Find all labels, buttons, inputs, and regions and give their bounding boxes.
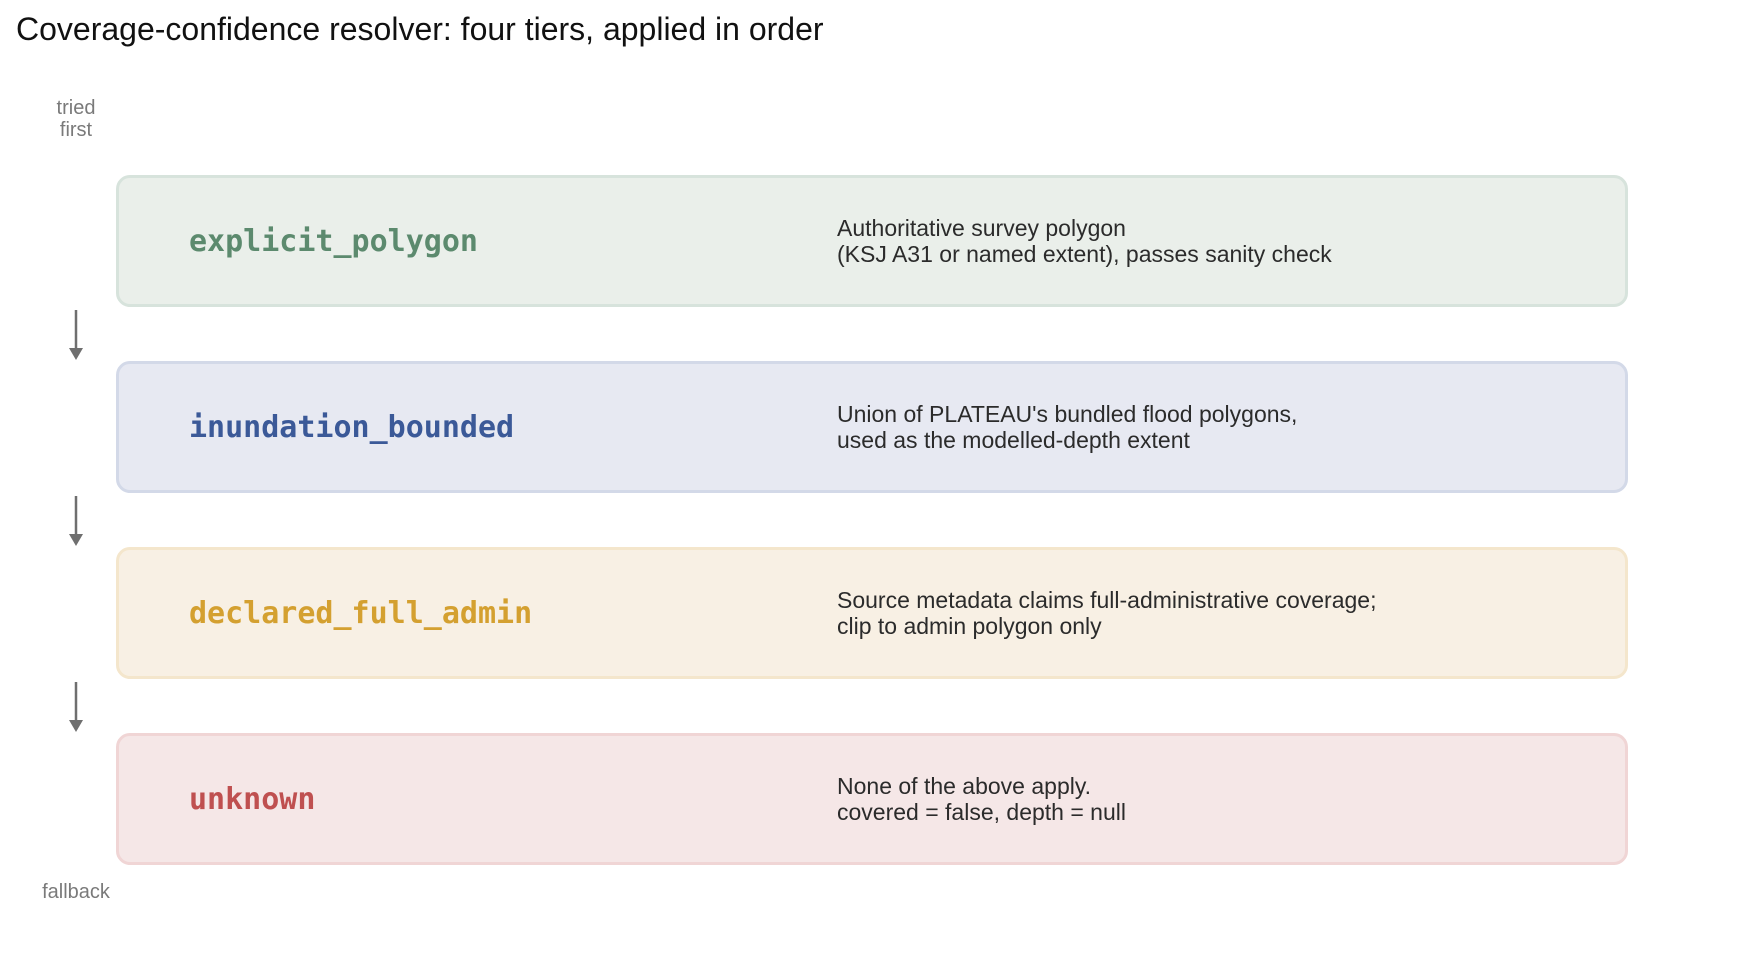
tier-box-inundation-bounded: inundation_bounded Union of PLATEAU's bu… — [116, 361, 1628, 493]
tier-description: Union of PLATEAU's bundled flood polygon… — [837, 364, 1297, 490]
tried-first-label-line1: tried — [56, 97, 96, 119]
tier-description-line2: covered = false, depth = null — [837, 799, 1126, 825]
tier-description-line1: Source metadata claims full-administrati… — [837, 587, 1377, 613]
tried-first-label-line2: first — [59, 119, 93, 141]
diagram-title: Coverage-confidence resolver: four tiers… — [16, 11, 824, 47]
tier-description-line1: None of the above apply. — [837, 773, 1092, 799]
tier-name: inundation_bounded — [189, 409, 515, 445]
tried-first-label: tried first — [36, 97, 116, 141]
tier-name: declared_full_admin — [189, 595, 533, 631]
down-arrow-icon — [66, 682, 86, 734]
fallback-label: fallback — [42, 881, 110, 903]
tier-name: explicit_polygon — [189, 223, 478, 259]
tier-box-unknown: unknown None of the above apply. covered… — [116, 733, 1628, 865]
tier-box-explicit-polygon: explicit_polygon Authoritative survey po… — [116, 175, 1628, 307]
tier-name: unknown — [189, 781, 316, 817]
tier-description: Authoritative survey polygon (KSJ A31 or… — [837, 178, 1332, 304]
tier-description-line2: clip to admin polygon only — [837, 613, 1102, 639]
tier-description-line2: (KSJ A31 or named extent), passes sanity… — [837, 241, 1332, 267]
tier-description: None of the above apply. covered = false… — [837, 736, 1126, 862]
down-arrow-icon — [66, 310, 86, 362]
down-arrow-icon — [66, 496, 86, 548]
tier-description-line2: used as the modelled-depth extent — [837, 427, 1190, 453]
tier-description: Source metadata claims full-administrati… — [837, 550, 1376, 676]
tier-box-declared-full-admin: declared_full_admin Source metadata clai… — [116, 547, 1628, 679]
tier-description-line1: Authoritative survey polygon — [837, 215, 1126, 241]
tier-description-line1: Union of PLATEAU's bundled flood polygon… — [837, 401, 1298, 427]
